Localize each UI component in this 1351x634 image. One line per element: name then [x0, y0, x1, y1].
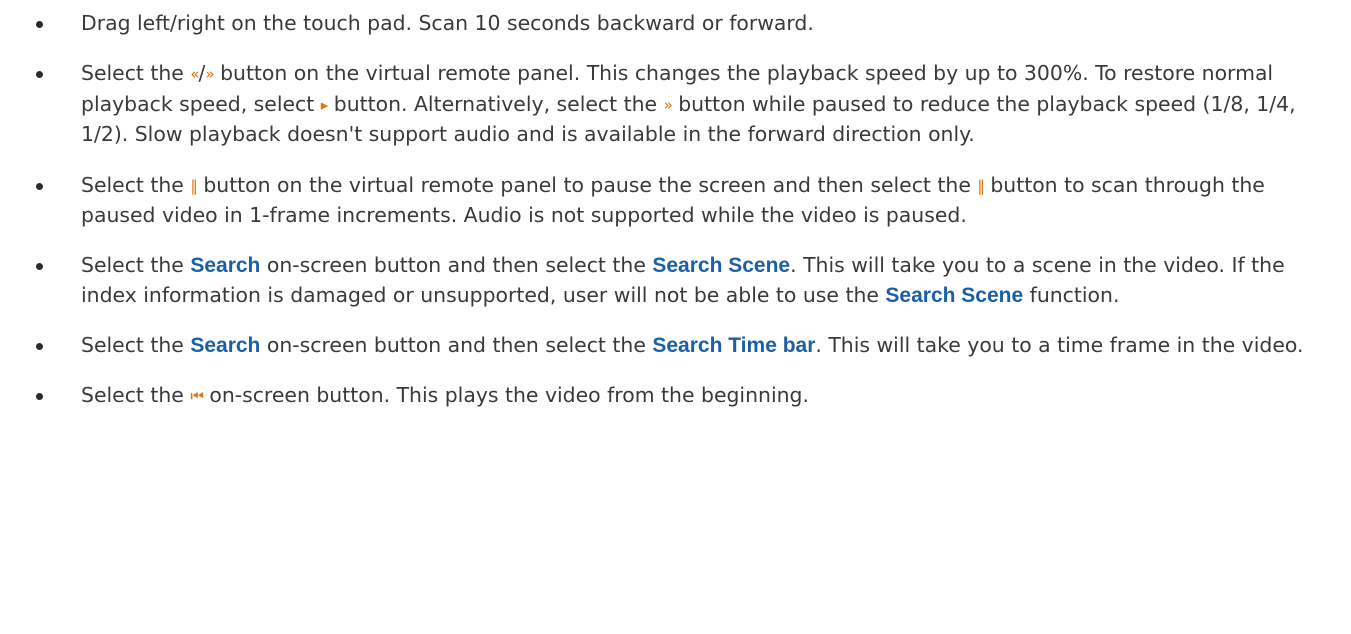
bullet-text: on-screen button. This plays the video f… [202, 383, 809, 408]
list-item: Select the «/» button on the virtual rem… [31, 59, 1321, 150]
list-item: Select the Search on-screen button and t… [31, 331, 1321, 361]
bullet-text: . This will take you to a time frame in … [815, 333, 1304, 358]
list-item: Drag left/right on the touch pad. Scan 1… [31, 9, 1321, 39]
bullet-text: button. Alternatively, select the [327, 91, 664, 116]
list-item: Select the Search on-screen button and t… [31, 251, 1321, 310]
bullet-text: Select the [81, 172, 191, 197]
bullet-text: Select the [81, 253, 191, 278]
document-body: Drag left/right on the touch pad. Scan 1… [0, 0, 1351, 412]
bullet-text: function. [1023, 282, 1120, 307]
bullet-text: button on the virtual remote panel to pa… [196, 172, 978, 197]
ui-term: Search Scene [885, 283, 1024, 307]
ui-term: Search Time bar [652, 334, 816, 358]
bullet-text: Drag left/right on the touch pad. Scan 1… [81, 11, 814, 35]
ui-term: Search [190, 334, 261, 358]
ui-term: Search [190, 254, 261, 278]
bullet-text: Select the [81, 383, 191, 408]
ui-term: Search Scene [652, 254, 791, 278]
bullet-text: Select the [81, 61, 191, 86]
bullet-list: Drag left/right on the touch pad. Scan 1… [31, 9, 1321, 412]
rewind-icon: « [190, 65, 199, 84]
list-item: Select the ⏮ on-screen button. This play… [31, 381, 1321, 412]
list-item: Select the ‖ button on the virtual remot… [31, 171, 1321, 231]
fast-forward-icon: » [663, 95, 673, 114]
bullet-text: Select the [81, 333, 191, 358]
skip-to-start-icon: ⏮ [190, 387, 203, 406]
bullet-text: on-screen button and then select the [260, 333, 653, 358]
bullet-text: on-screen button and then select the [260, 253, 653, 278]
fast-forward-icon: » [205, 65, 214, 84]
